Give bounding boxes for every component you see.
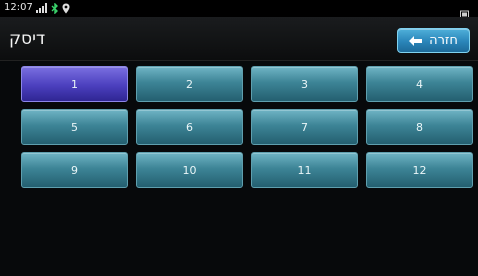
location-icon	[62, 3, 70, 13]
page-title: דיסק	[9, 29, 46, 49]
disc-button-1[interactable]: 1	[21, 66, 128, 102]
status-bar: 12:07	[0, 0, 478, 19]
back-button[interactable]: חזרה	[397, 28, 470, 53]
disc-button-11[interactable]: 11	[251, 152, 358, 188]
status-time: 12:07	[4, 2, 33, 13]
disc-button-9[interactable]: 9	[21, 152, 128, 188]
bluetooth-icon	[51, 2, 58, 14]
status-icons	[36, 2, 70, 14]
disc-button-8[interactable]: 8	[366, 109, 473, 145]
back-button-label: חזרה	[429, 33, 458, 48]
disc-button-6[interactable]: 6	[136, 109, 243, 145]
disc-grid: 1 2 3 4 5 6 7 8 9 10 11 12	[21, 66, 473, 188]
signal-icon	[36, 3, 47, 13]
disc-button-5[interactable]: 5	[21, 109, 128, 145]
disc-button-12[interactable]: 12	[366, 152, 473, 188]
disc-button-10[interactable]: 10	[136, 152, 243, 188]
disc-button-4[interactable]: 4	[366, 66, 473, 102]
disc-button-3[interactable]: 3	[251, 66, 358, 102]
disc-button-2[interactable]: 2	[136, 66, 243, 102]
back-arrow-icon	[409, 35, 423, 46]
title-bar: דיסק חזרה	[0, 17, 478, 61]
disc-button-7[interactable]: 7	[251, 109, 358, 145]
